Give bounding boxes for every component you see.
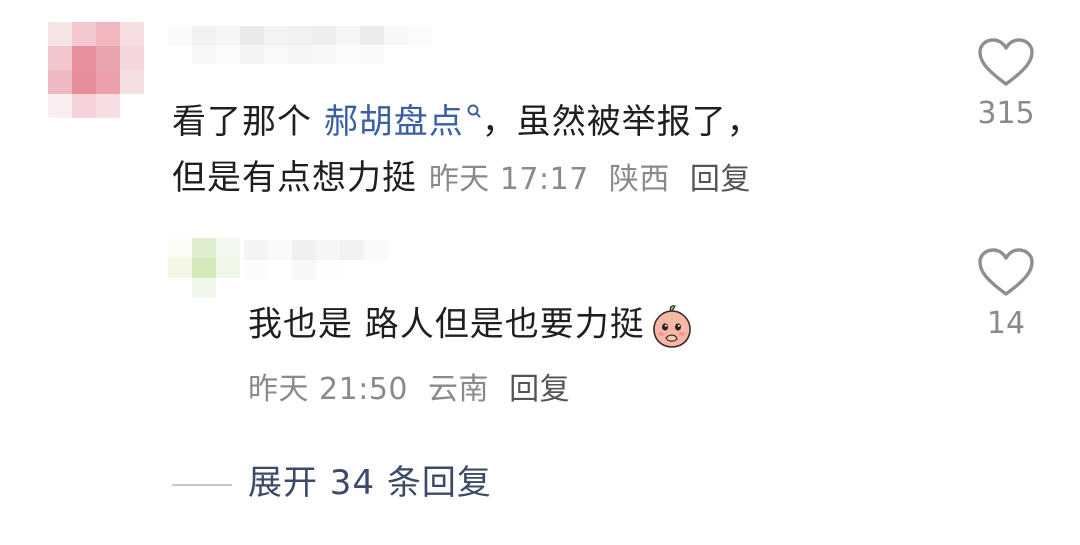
blur-tile (216, 278, 240, 298)
username-blurred[interactable] (244, 240, 388, 280)
blur-tile (168, 26, 192, 45)
blur-tile (292, 240, 316, 260)
blur-tile (72, 22, 96, 46)
comment-text-line-2: 但是有点想力挺 昨天 17:17 陕西 回复 (172, 158, 751, 200)
blur-tile (48, 22, 72, 46)
blur-tile (168, 258, 192, 278)
blur-tile (340, 240, 364, 260)
blur-tile (312, 26, 336, 45)
blur-tile (360, 45, 384, 64)
heart-icon[interactable] (978, 38, 1034, 88)
avatar[interactable] (168, 238, 240, 298)
blur-tile (216, 45, 240, 64)
blur-tile (244, 240, 268, 260)
blur-tile (216, 258, 240, 278)
blur-tile (384, 45, 408, 64)
blur-tile (264, 26, 288, 45)
blur-tile (364, 260, 388, 280)
reply-time: 昨天 21:50 (248, 372, 408, 407)
blur-tile (192, 238, 216, 258)
blur-tile (336, 45, 360, 64)
comment-text-line-2-text: 但是有点想力挺 (172, 158, 417, 198)
blur-tile (48, 70, 72, 94)
blur-tile (168, 278, 192, 298)
search-icon (467, 104, 481, 118)
blur-tile (72, 94, 96, 118)
comment-text-line-1: 看了那个 郝胡盘点 ，虽然被举报了， (172, 102, 762, 142)
blur-tile (360, 26, 384, 45)
reply-location: 云南 (428, 372, 490, 407)
blur-tile (192, 258, 216, 278)
like-count: 14 (986, 306, 1026, 341)
blur-tile (268, 260, 292, 280)
blur-tile (316, 240, 340, 260)
blur-tile (216, 26, 240, 45)
like-count: 315 (977, 96, 1035, 131)
username-blurred[interactable] (168, 26, 432, 64)
blur-tile (168, 45, 192, 64)
blur-tile (96, 46, 120, 70)
blur-tile (408, 26, 432, 45)
blur-tile (292, 260, 316, 280)
blur-tile (96, 70, 120, 94)
blur-tile (48, 94, 72, 118)
blur-tile (72, 70, 96, 94)
reply-meta: 昨天 21:50 云南 回复 (248, 368, 570, 412)
blur-tile (96, 94, 120, 118)
blur-tile (240, 26, 264, 45)
comment-text-suffix: ，虽然被举报了， (481, 102, 762, 142)
expand-divider (172, 484, 232, 486)
blur-tile (316, 260, 340, 280)
blur-tile (192, 45, 216, 64)
blur-tile (240, 45, 264, 64)
expand-replies-button[interactable]: 展开 34 条回复 (248, 460, 492, 506)
like-group-main: 315 (966, 38, 1046, 131)
peach-face-emoji-icon (653, 305, 691, 348)
like-group-reply: 14 (966, 248, 1046, 341)
blur-tile (312, 45, 336, 64)
blur-tile (268, 240, 292, 260)
blur-tile (364, 240, 388, 260)
blur-tile (384, 26, 408, 45)
search-link[interactable]: 郝胡盘点 (324, 102, 482, 142)
blur-tile (288, 26, 312, 45)
reply-text: 我也是 路人但是也要力挺 (248, 304, 645, 345)
blur-tile (96, 22, 120, 46)
blur-tile (288, 45, 312, 64)
comment-meta: 昨天 17:17 陕西 回复 (429, 162, 751, 197)
blur-tile (48, 46, 72, 70)
blur-tile (120, 22, 144, 46)
blur-tile (168, 238, 192, 258)
avatar[interactable] (48, 22, 144, 118)
blur-tile (340, 260, 364, 280)
blur-tile (120, 46, 144, 70)
blur-tile (408, 45, 432, 64)
blur-tile (120, 70, 144, 94)
heart-icon[interactable] (978, 248, 1034, 298)
comment-location: 陕西 (608, 162, 670, 197)
blur-tile (192, 26, 216, 45)
blur-tile (216, 238, 240, 258)
blur-tile (336, 26, 360, 45)
comment-text-prefix: 看了那个 (172, 102, 324, 142)
blur-tile (72, 46, 96, 70)
reply-button[interactable]: 回复 (509, 372, 570, 407)
blur-tile (264, 45, 288, 64)
reply-button[interactable]: 回复 (690, 162, 751, 197)
reply-text-line: 我也是 路人但是也要力挺 (248, 303, 695, 349)
blur-tile (120, 94, 144, 118)
blur-tile (192, 278, 216, 298)
blur-tile (244, 260, 268, 280)
comment-time: 昨天 17:17 (428, 162, 589, 197)
